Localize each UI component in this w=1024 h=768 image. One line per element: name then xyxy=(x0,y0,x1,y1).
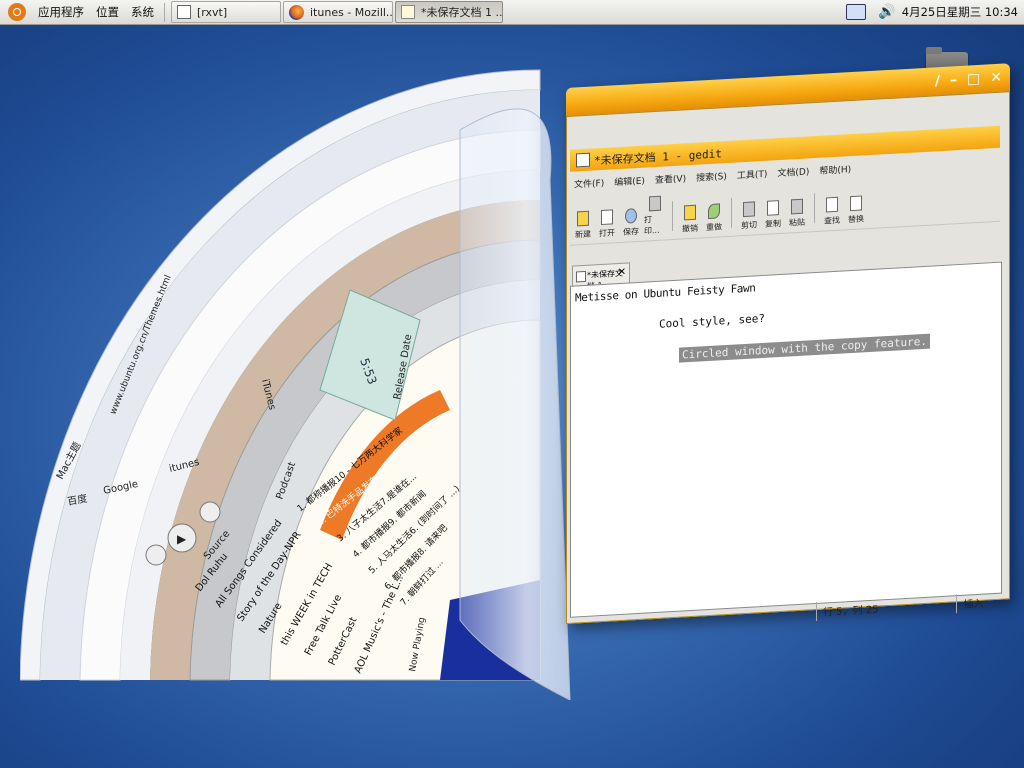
applications-menu[interactable]: 应用程序 xyxy=(32,0,90,25)
redo-button[interactable]: 重做 xyxy=(703,203,725,233)
cut-icon xyxy=(743,201,755,218)
panel-separator xyxy=(164,2,165,22)
replace-label: 替换 xyxy=(848,214,864,225)
new-icon xyxy=(577,210,589,227)
replace-button[interactable]: 替换 xyxy=(845,195,867,225)
text-line: Cool style, see? xyxy=(659,311,765,331)
clock[interactable]: 4月25日星期三 10:34 xyxy=(902,4,1024,20)
cursor-position: 行 5，列 25 xyxy=(816,597,885,621)
save-label: 保存 xyxy=(623,226,639,237)
network-icon[interactable] xyxy=(846,4,867,20)
task-label: itunes - Mozill... xyxy=(310,5,393,19)
task-rxvt[interactable]: [rxvt] xyxy=(171,1,281,23)
system-tray: 🔊 4月25日星期三 10:34 xyxy=(846,0,1024,25)
close-button[interactable]: ✕ xyxy=(990,70,1002,87)
cut-label: 剪切 xyxy=(741,220,757,231)
firefox-icon xyxy=(289,4,304,20)
menu-view[interactable]: 查看(V) xyxy=(655,171,686,186)
find-button[interactable]: 查找 xyxy=(821,196,843,227)
open-icon xyxy=(601,209,613,226)
maximize-button[interactable]: □ xyxy=(967,71,980,88)
previous-button[interactable] xyxy=(145,544,167,566)
new-button[interactable]: 新建 xyxy=(572,210,594,240)
copy-label: 复制 xyxy=(765,218,781,229)
play-icon: ▶ xyxy=(177,532,187,546)
paste-icon xyxy=(791,198,803,215)
places-menu[interactable]: 位置 xyxy=(90,0,125,25)
task-gedit[interactable]: *未保存文档 1 ... xyxy=(395,1,503,23)
menu-edit[interactable]: 编辑(E) xyxy=(614,173,645,188)
print-button[interactable]: 打印... xyxy=(644,195,666,236)
insert-mode: 插入 xyxy=(956,591,990,613)
menu-help[interactable]: 帮助(H) xyxy=(819,162,851,177)
undo-icon xyxy=(684,204,696,221)
terminal-icon xyxy=(177,5,191,19)
redo-label: 重做 xyxy=(706,222,722,233)
minimize-button[interactable]: – xyxy=(950,72,957,88)
pin-icon[interactable]: ∕ xyxy=(935,73,940,89)
copy-icon xyxy=(767,200,779,216)
task-label: [rxvt] xyxy=(197,5,228,19)
save-button[interactable]: 保存 xyxy=(620,208,642,238)
toolbar-separator xyxy=(731,197,732,228)
find-icon xyxy=(826,196,838,213)
paste-button[interactable]: 粘贴 xyxy=(786,198,808,228)
open-button[interactable]: 打开 xyxy=(596,209,618,239)
cut-button[interactable]: 剪切 xyxy=(738,201,760,231)
gedit-icon xyxy=(401,5,415,19)
task-itunes-firefox[interactable]: itunes - Mozill... xyxy=(283,1,393,23)
menu-tools[interactable]: 工具(T) xyxy=(737,166,768,181)
menu-search[interactable]: 搜索(S) xyxy=(696,169,727,184)
gedit-window[interactable]: ∕ – □ ✕ *未保存文档 1 - gedit 文件(F) 编辑(E) 查看(… xyxy=(566,63,1010,625)
find-label: 查找 xyxy=(824,215,840,226)
new-label: 新建 xyxy=(575,229,591,240)
open-label: 打开 xyxy=(599,228,615,239)
folded-window-flap[interactable] xyxy=(459,108,571,700)
menu-documents[interactable]: 文档(D) xyxy=(777,164,809,179)
top-panel: 应用程序 位置 系统 [rxvt] itunes - Mozill... *未保… xyxy=(0,0,1024,25)
redo-icon xyxy=(708,203,720,220)
tab-close-icon[interactable]: ✕ xyxy=(618,267,626,278)
toolbar-separator xyxy=(814,193,815,224)
ubuntu-logo-icon[interactable] xyxy=(8,3,26,21)
curved-itunes-window[interactable]: 5:53 ▶ Now Playing Mac主题 itunes Google 百… xyxy=(20,60,580,700)
toolbar-separator xyxy=(672,201,673,232)
replace-icon xyxy=(850,195,862,212)
task-label: *未保存文档 1 ... xyxy=(421,6,503,19)
selected-text-line: Circled window with the copy feature. xyxy=(679,333,931,363)
print-label: 打印... xyxy=(644,215,660,236)
system-menu[interactable]: 系统 xyxy=(125,0,160,25)
next-button[interactable] xyxy=(199,501,221,523)
menu-file[interactable]: 文件(F) xyxy=(574,175,604,190)
paste-label: 粘贴 xyxy=(789,217,805,228)
undo-label: 撤销 xyxy=(682,223,698,234)
text-editor-area[interactable]: Metisse on Ubuntu Feisty Fawn Cool style… xyxy=(570,261,1002,618)
undo-button[interactable]: 撤销 xyxy=(679,204,701,234)
save-icon xyxy=(625,208,637,224)
volume-icon[interactable]: 🔊 xyxy=(878,4,895,20)
print-icon xyxy=(649,195,661,212)
copy-button[interactable]: 复制 xyxy=(762,200,784,230)
